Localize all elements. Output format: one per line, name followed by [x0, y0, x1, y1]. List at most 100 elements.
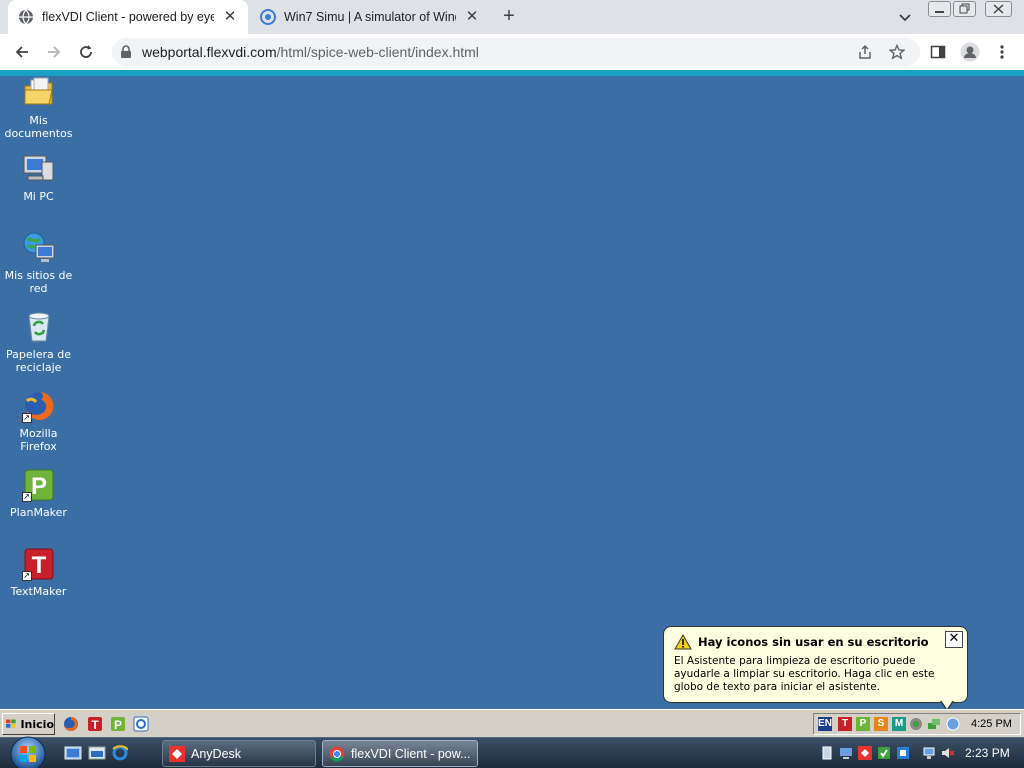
- browser-toolbar: webportal.flexvdi.com/html/spice-web-cli…: [0, 34, 1024, 70]
- firefox-icon: ↗: [21, 389, 56, 423]
- textmaker-tray-icon[interactable]: T: [838, 717, 852, 731]
- windows-start-orb-icon[interactable]: [6, 732, 50, 768]
- desktop-icon-planmaker[interactable]: P ↗ PlanMaker: [0, 468, 77, 519]
- desktop-icon-label: Mozilla Firefox: [19, 427, 58, 453]
- close-tab-icon[interactable]: ✕: [464, 9, 480, 25]
- balloon-close-button[interactable]: ✕: [945, 631, 963, 648]
- language-indicator[interactable]: EN: [818, 717, 832, 731]
- win7-taskbar: AnyDesk flexVDI Client - pow... 2:23 PM: [0, 736, 1024, 768]
- arrow-right-icon: [48, 46, 61, 58]
- desktop-icon-textmaker[interactable]: T ↗ TextMaker: [0, 547, 77, 598]
- xp-taskbar: Inicio T P EN T P S M 4:25 PM: [0, 709, 1024, 737]
- shortcut-arrow-icon: ↗: [21, 413, 32, 423]
- chevron-down-icon[interactable]: [896, 8, 914, 26]
- forward-button[interactable]: [42, 40, 66, 64]
- desktop-icon-label: Mi PC: [23, 190, 54, 203]
- close-window-button[interactable]: [985, 1, 1012, 17]
- anydesk-tray-icon[interactable]: [858, 746, 872, 760]
- taskbar-item-anydesk[interactable]: AnyDesk: [162, 740, 316, 767]
- info-tray-icon[interactable]: [946, 717, 960, 731]
- presentations-tray-icon[interactable]: S: [874, 717, 888, 731]
- explorer-quicklaunch-icon[interactable]: [88, 745, 106, 761]
- remote-desktop[interactable]: Mis documentos Mi PC Mis sitios de red P…: [0, 76, 1024, 709]
- arrow-left-icon: [15, 46, 28, 58]
- textmaker-quicklaunch-icon[interactable]: T: [87, 716, 103, 732]
- network-tray-icon[interactable]: [927, 717, 941, 731]
- desktop-icon-label: Papelera de reciclaje: [6, 348, 71, 374]
- more-vert-icon: [1000, 45, 1004, 59]
- new-tab-button[interactable]: +: [497, 5, 521, 29]
- desktop-cleanup-balloon[interactable]: Hay iconos sin usar en su escritorio ✕ E…: [663, 626, 968, 711]
- win7-clock[interactable]: 2:23 PM: [965, 746, 1010, 760]
- close-tab-icon[interactable]: ✕: [222, 9, 238, 25]
- browser-menu-button[interactable]: [990, 40, 1014, 64]
- url-host: webportal.flexvdi.com: [142, 44, 277, 60]
- taskbar-item-label: AnyDesk: [191, 746, 242, 761]
- balloon-title: Hay iconos sin usar en su escritorio: [698, 635, 929, 649]
- display-tray-icon[interactable]: [839, 746, 853, 760]
- url-text[interactable]: webportal.flexvdi.com/html/spice-web-cli…: [142, 44, 479, 60]
- shortcut-arrow-icon: ↗: [21, 492, 32, 502]
- lock-icon[interactable]: [120, 45, 132, 59]
- update-tray-icon[interactable]: [909, 717, 923, 731]
- security-tray-icon[interactable]: [877, 746, 891, 760]
- desktop-icon-label: PlanMaker: [10, 506, 67, 519]
- desktop-icon-mi-pc[interactable]: Mi PC: [0, 152, 77, 203]
- svg-text:P: P: [114, 718, 122, 732]
- internet-explorer-icon[interactable]: [111, 745, 129, 761]
- firefox-quicklaunch-icon[interactable]: [63, 716, 79, 732]
- recycle-bin-icon: [22, 310, 56, 344]
- desktop-icon-label: Mis sitios de red: [4, 269, 73, 295]
- tab-win7-simu[interactable]: Win7 Simu | A simulator of Wind ✕: [250, 0, 490, 34]
- network-places-icon: [22, 231, 56, 265]
- globe-icon: [19, 9, 33, 25]
- share-icon[interactable]: [857, 44, 873, 60]
- planmaker-tray-icon[interactable]: P: [856, 717, 870, 731]
- mail-tray-icon[interactable]: M: [892, 717, 906, 731]
- side-panel-icon: [930, 45, 946, 59]
- tab-title: flexVDI Client - powered by eyeC: [42, 10, 214, 24]
- network-icon[interactable]: [922, 746, 936, 760]
- profile-button[interactable]: [958, 40, 982, 64]
- planmaker-quicklaunch-icon[interactable]: P: [110, 716, 126, 732]
- textmaker-icon: T ↗: [21, 547, 56, 581]
- desktop-icon-mis-documentos[interactable]: Mis documentos: [0, 76, 77, 140]
- speaker-muted-icon[interactable]: [941, 746, 955, 760]
- taskbar-item-label: flexVDI Client - pow...: [351, 746, 471, 761]
- tab-flexvdi-client[interactable]: flexVDI Client - powered by eyeC ✕: [8, 0, 248, 34]
- minimize-window-button[interactable]: [928, 1, 951, 17]
- show-desktop-quicklaunch-icon[interactable]: [64, 745, 82, 761]
- presentations-quicklaunch-icon[interactable]: [133, 716, 149, 732]
- shortcut-arrow-icon: ↗: [21, 571, 32, 581]
- taskbar-item-flexvdi[interactable]: flexVDI Client - pow...: [322, 740, 478, 767]
- back-button[interactable]: [10, 40, 34, 64]
- desktop-icon-mis-sitios-de-red[interactable]: Mis sitios de red: [0, 231, 77, 295]
- restore-window-button[interactable]: [953, 1, 976, 17]
- browser-tab-strip: flexVDI Client - powered by eyeC ✕ Win7 …: [0, 0, 1024, 34]
- desktop-icon-mozilla-firefox[interactable]: ↗ Mozilla Firefox: [0, 389, 77, 453]
- my-computer-icon: [22, 152, 56, 186]
- warning-icon: [674, 634, 692, 650]
- balloon-tail-fill: [941, 700, 953, 709]
- app-tray-icon[interactable]: [896, 746, 910, 760]
- folder-documents-icon: [22, 76, 56, 110]
- address-bar[interactable]: webportal.flexvdi.com/html/spice-web-cli…: [112, 38, 920, 66]
- balloon-body: El Asistente para limpieza de escritorio…: [674, 655, 935, 693]
- svg-text:T: T: [91, 718, 99, 732]
- tab-title: Win7 Simu | A simulator of Wind: [284, 10, 456, 24]
- win7simu-favicon-icon: [260, 9, 276, 25]
- side-panel-button[interactable]: [926, 40, 950, 64]
- xp-clock[interactable]: 4:25 PM: [971, 718, 1012, 730]
- bookmark-star-icon[interactable]: [889, 44, 905, 60]
- start-label: Inicio: [20, 717, 54, 731]
- windows-flag-icon: [6, 719, 16, 728]
- profile-avatar-icon: [960, 42, 980, 62]
- desktop-icon-papelera[interactable]: Papelera de reciclaje: [0, 310, 77, 374]
- svg-text:T: T: [31, 552, 46, 579]
- chrome-icon: [329, 746, 345, 761]
- device-tray-icon[interactable]: [820, 746, 834, 760]
- desktop-icon-label: TextMaker: [10, 585, 67, 598]
- url-path: /html/spice-web-client/index.html: [276, 44, 479, 60]
- reload-button[interactable]: [74, 40, 98, 64]
- desktop-icon-label: Mis documentos: [4, 114, 73, 140]
